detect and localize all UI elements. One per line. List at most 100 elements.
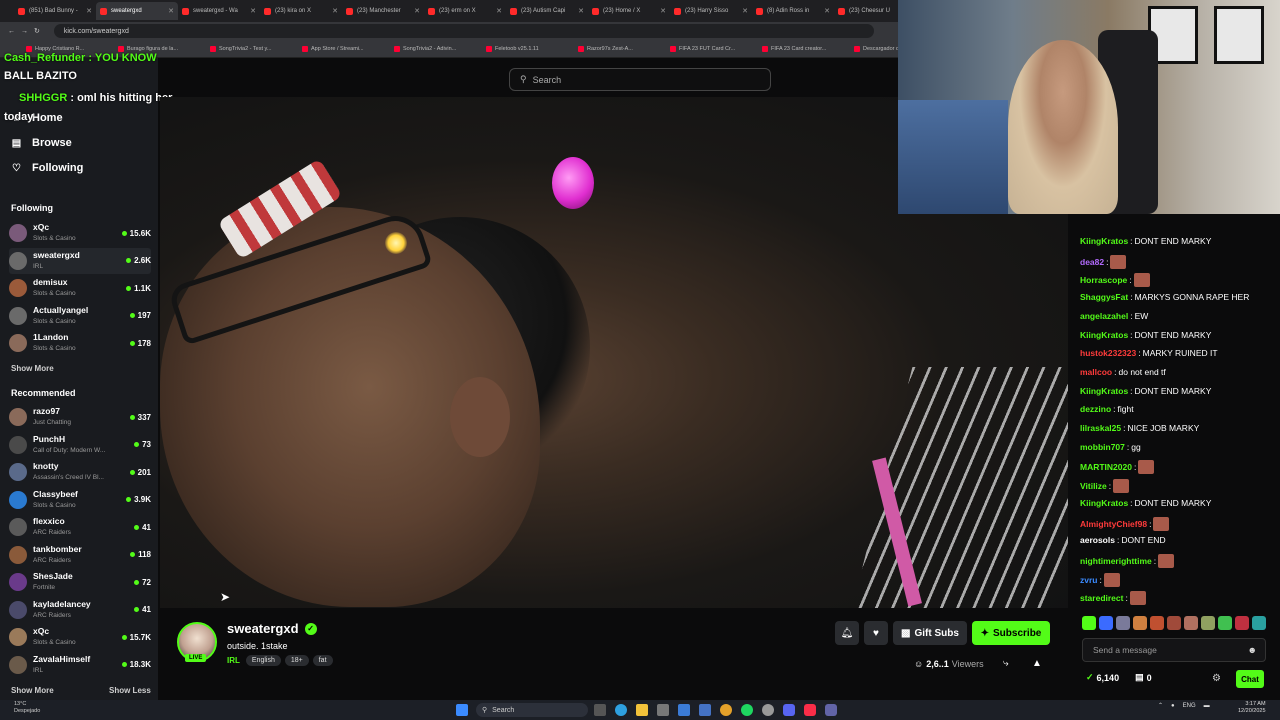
- sidebar-channel[interactable]: demisux Slots & Casino 1.1K: [9, 275, 151, 301]
- spotify-icon[interactable]: [741, 704, 753, 716]
- browser-tab[interactable]: sweatergxd ✕: [96, 2, 178, 20]
- sidebar-channel[interactable]: ZavalaHimself IRL 18.3K: [9, 652, 151, 678]
- sidebar-channel[interactable]: ShesJade Fortnite 72: [9, 569, 151, 595]
- emote-icon[interactable]: [1150, 616, 1164, 630]
- tab-close-icon[interactable]: ✕: [660, 7, 666, 15]
- bookmark-item[interactable]: Burago figura de la...: [118, 45, 204, 52]
- tab-close-icon[interactable]: ✕: [332, 7, 338, 15]
- chat-username[interactable]: angelazahel: [1080, 311, 1128, 321]
- chat-username[interactable]: dea82: [1080, 257, 1104, 267]
- tray-chevron-icon[interactable]: ⌃: [1158, 702, 1163, 709]
- chat-username[interactable]: MARTIN2020: [1080, 462, 1132, 472]
- chat-username[interactable]: staredirect: [1080, 593, 1123, 603]
- bookmark-item[interactable]: SongTrivia2 - Test y...: [210, 45, 296, 52]
- bookmark-item[interactable]: FIFA 23 FUT Card Cr...: [670, 45, 756, 52]
- chat-username[interactable]: KiingKratos: [1080, 498, 1128, 508]
- search-input[interactable]: ⚲ Search: [509, 68, 771, 91]
- browser-tab[interactable]: (23) Home / X ✕: [588, 2, 670, 20]
- reload-icon[interactable]: ↻: [34, 27, 40, 35]
- emote-icon[interactable]: [1184, 616, 1198, 630]
- store-icon[interactable]: [657, 704, 669, 716]
- browser-tab[interactable]: (23) erm on X ✕: [424, 2, 506, 20]
- tab-close-icon[interactable]: ✕: [742, 7, 748, 15]
- file-explorer-icon[interactable]: [636, 704, 648, 716]
- bookmark-item[interactable]: SongTrivia2 - Adivin...: [394, 45, 480, 52]
- nav-following[interactable]: ♡ Following: [11, 162, 83, 174]
- subscribe-button[interactable]: ✦ Subscribe: [972, 621, 1050, 645]
- teams-icon[interactable]: [825, 704, 837, 716]
- tag-custom[interactable]: fat: [312, 655, 333, 666]
- chat-username[interactable]: dezzino: [1080, 404, 1111, 414]
- chat-username[interactable]: Vitilize: [1080, 481, 1107, 491]
- emote-icon[interactable]: [1201, 616, 1215, 630]
- tab-close-icon[interactable]: ✕: [86, 7, 92, 15]
- browser-tab[interactable]: (851) Bad Bunny - ✕: [14, 2, 96, 20]
- browser-tab[interactable]: (23) Harry Sisso ✕: [670, 2, 752, 20]
- tag-language[interactable]: English: [245, 655, 281, 666]
- chat-username[interactable]: hustok232323: [1080, 348, 1136, 358]
- kicks-balance[interactable]: ✓ 6,140: [1086, 672, 1119, 683]
- task-view-icon[interactable]: [594, 704, 606, 716]
- chat-input[interactable]: Send a message ☻: [1082, 638, 1266, 662]
- mail-icon[interactable]: [678, 704, 690, 716]
- emote-icon[interactable]: [1082, 616, 1096, 630]
- tab-close-icon[interactable]: ✕: [250, 7, 256, 15]
- edge-icon[interactable]: [615, 704, 627, 716]
- taskbar-search[interactable]: ⚲ Search: [476, 703, 588, 717]
- bookmark-item[interactable]: App Store / Streami...: [302, 45, 388, 52]
- follow-button[interactable]: ♥: [864, 621, 888, 645]
- sidebar-channel[interactable]: 1Landon Slots & Casino 178: [9, 330, 151, 356]
- chat-username[interactable]: mallcoo: [1080, 367, 1112, 377]
- mic-icon[interactable]: ●: [1171, 703, 1175, 709]
- weather-widget[interactable]: 13°C Despejado: [14, 701, 40, 715]
- report-icon[interactable]: ▲: [1032, 658, 1042, 669]
- show-more-recommended[interactable]: Show More: [11, 686, 54, 695]
- chat-username[interactable]: zvru: [1080, 575, 1097, 585]
- chat-username[interactable]: nightimerighttime: [1080, 556, 1152, 566]
- bookmark-item[interactable]: Feletoob v25.1.11: [486, 45, 572, 52]
- sidebar-channel[interactable]: knotty Assassin's Creed IV Bl... 201: [9, 459, 151, 485]
- streamer-name[interactable]: sweatergxd: [227, 621, 299, 636]
- chat-username[interactable]: AlmightyChief98: [1080, 519, 1147, 529]
- sidebar-channel[interactable]: Actuallyangel Slots & Casino 197: [9, 303, 151, 329]
- chat-username[interactable]: lilraskal25: [1080, 423, 1121, 433]
- tray-language[interactable]: ENG: [1183, 703, 1196, 709]
- taskbar-clock[interactable]: 3:17 AM 12/20/2025: [1238, 701, 1266, 715]
- chat-send-button[interactable]: Chat: [1236, 670, 1264, 688]
- windows-start-icon[interactable]: [456, 704, 468, 716]
- browser-tab[interactable]: sweatergxd - Wa ✕: [178, 2, 260, 20]
- url-field[interactable]: kick.com/sweatergxd: [53, 24, 874, 38]
- chat-username[interactable]: Horrascope: [1080, 275, 1127, 285]
- sidebar-channel[interactable]: PunchH Call of Duty: Modern W... 73: [9, 432, 151, 458]
- chat-username[interactable]: aerosols: [1080, 535, 1115, 545]
- chat-username[interactable]: KiingKratos: [1080, 330, 1128, 340]
- emoji-icon[interactable]: ☻: [1248, 645, 1257, 655]
- notification-bell-button[interactable]: 🔔︎: [835, 621, 859, 645]
- chat-username[interactable]: mobbin707: [1080, 442, 1125, 452]
- sidebar-channel[interactable]: flexxico ARC Raiders 41: [9, 514, 151, 540]
- browser-tab[interactable]: (23) Autism Capi ✕: [506, 2, 588, 20]
- stream-category[interactable]: IRL: [227, 656, 240, 665]
- sidebar-channel[interactable]: razo97 Just Chatting 337: [9, 404, 151, 430]
- sidebar-channel[interactable]: Classybeef Slots & Casino 3.9K: [9, 487, 151, 513]
- chat-settings-gear-icon[interactable]: ⚙: [1212, 673, 1221, 684]
- gift-subs-button[interactable]: ▩ Gift Subs: [893, 621, 967, 645]
- chat-username[interactable]: ShaggysFat: [1080, 292, 1128, 302]
- chrome-icon[interactable]: [720, 704, 732, 716]
- chat-username[interactable]: KiingKratos: [1080, 386, 1128, 396]
- emote-icon[interactable]: [1218, 616, 1232, 630]
- emote-icon[interactable]: [1099, 616, 1113, 630]
- tab-close-icon[interactable]: ✕: [414, 7, 420, 15]
- browser-tab[interactable]: (23) kira on X ✕: [260, 2, 342, 20]
- chat-username[interactable]: KiingKratos: [1080, 236, 1128, 246]
- nav-browse[interactable]: ▤ Browse: [11, 137, 72, 149]
- forward-icon[interactable]: →: [21, 28, 28, 35]
- wifi-icon[interactable]: ▬: [1204, 703, 1210, 709]
- tab-close-icon[interactable]: ✕: [578, 7, 584, 15]
- back-icon[interactable]: ←: [8, 28, 15, 35]
- sidebar-channel[interactable]: xQc Slots & Casino 15.7K: [9, 624, 151, 650]
- sidebar-channel[interactable]: tankbomber ARC Raiders 118: [9, 542, 151, 568]
- sidebar-channel[interactable]: xQc Slots & Casino 15.6K: [9, 220, 151, 246]
- word-icon[interactable]: [699, 704, 711, 716]
- sidebar-channel[interactable]: kayladelancey ARC Raiders 41: [9, 597, 151, 623]
